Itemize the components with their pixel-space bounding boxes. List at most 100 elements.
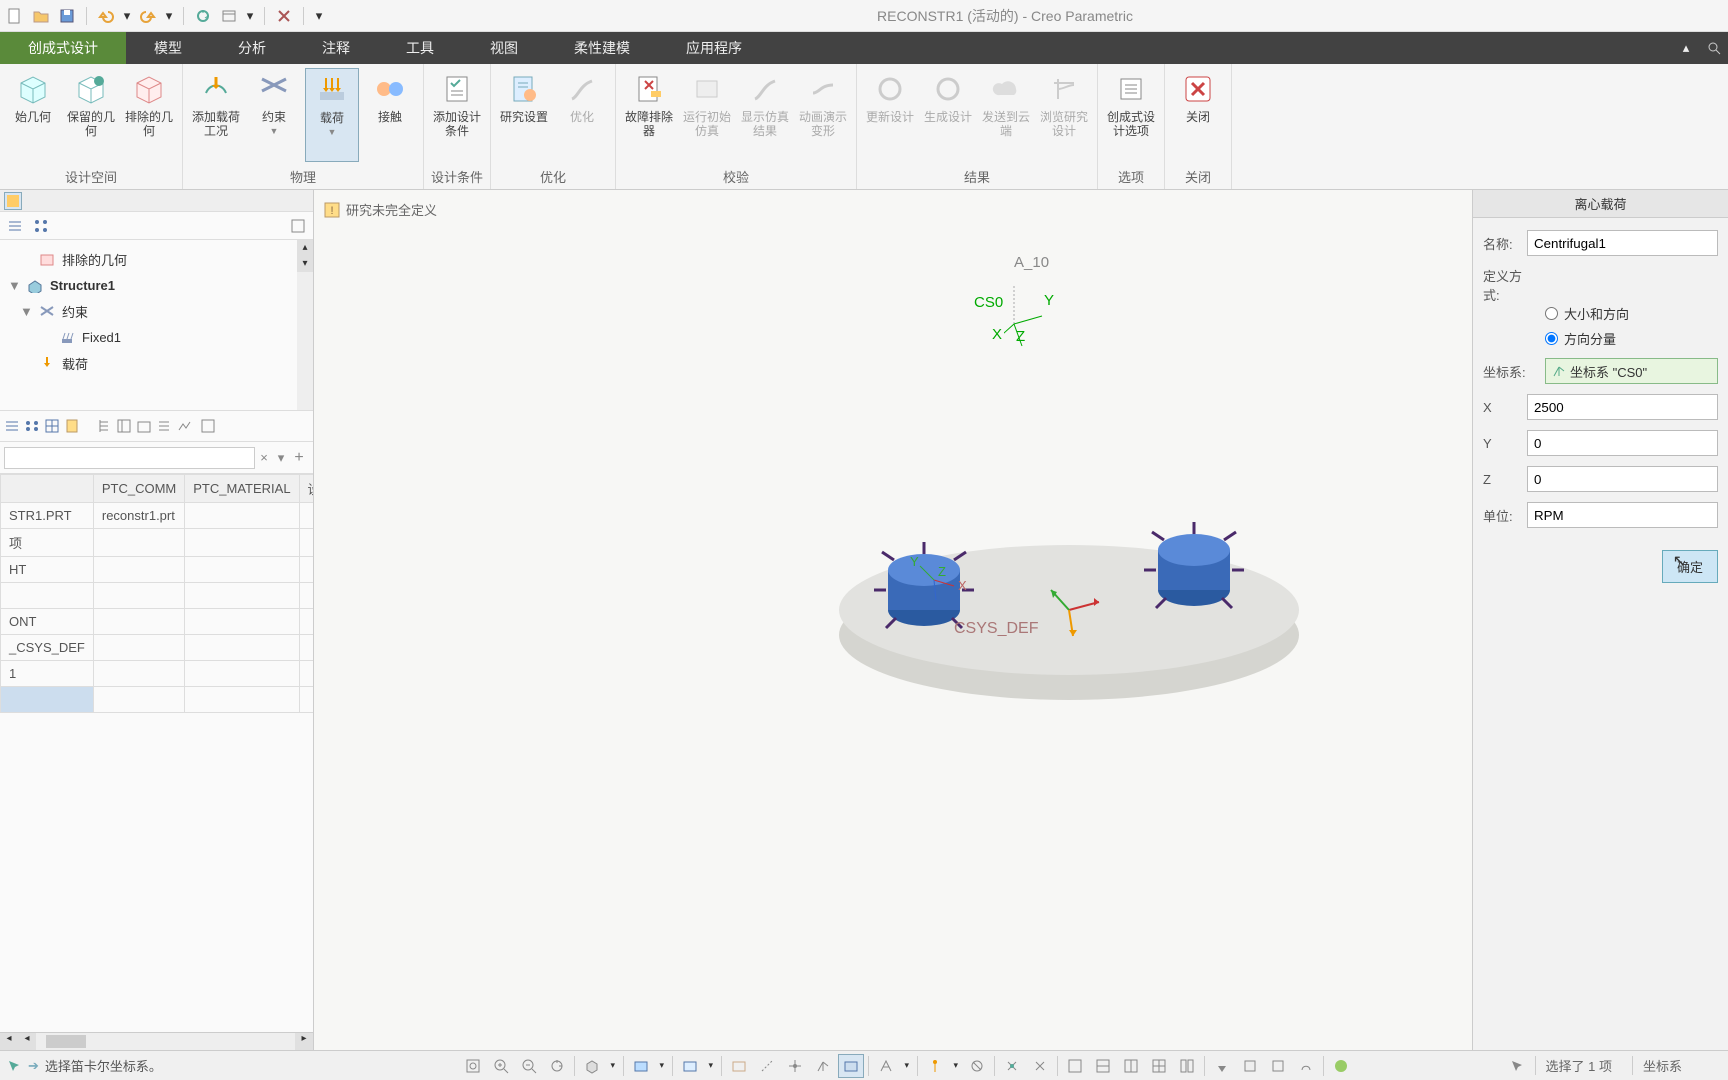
datum-csys-icon[interactable] — [810, 1054, 836, 1078]
tab-analysis[interactable]: 分析 — [210, 32, 294, 64]
sp4-icon[interactable] — [1027, 1054, 1053, 1078]
sp5-icon[interactable] — [1062, 1054, 1088, 1078]
study-settings-button[interactable]: 研究设置 — [497, 68, 551, 162]
redo-button[interactable] — [137, 5, 159, 27]
table-row[interactable]: HT — [1, 557, 314, 583]
zoom-out-icon[interactable] — [516, 1054, 542, 1078]
sp1-icon[interactable] — [922, 1054, 948, 1078]
browse-study-button[interactable]: 浏览研究设计 — [1037, 68, 1091, 162]
table-row[interactable]: STR1.PRTreconstr1.prt — [1, 503, 314, 529]
grid-settings-icon[interactable] — [200, 418, 216, 434]
open-file-button[interactable] — [30, 5, 52, 27]
x-input[interactable] — [1527, 394, 1718, 420]
datum-point-icon[interactable] — [782, 1054, 808, 1078]
graphics-canvas[interactable]: ! 研究未完全定义 A_10 CS0 Y X Z — [314, 190, 1472, 1050]
excluded-geometry-button[interactable]: 排除的几何 — [122, 68, 176, 162]
collapse-ribbon-button[interactable]: ▴ — [1672, 32, 1700, 64]
filter-clear-icon[interactable]: × — [255, 450, 273, 465]
send-cloud-button[interactable]: 发送到云端 — [979, 68, 1033, 162]
ok-button[interactable]: 确定 — [1662, 550, 1718, 583]
tab-flexible[interactable]: 柔性建模 — [546, 32, 658, 64]
scroll-up-icon[interactable]: ▴ — [297, 240, 313, 256]
table-row[interactable]: 1 — [1, 661, 314, 687]
optimize-button[interactable]: 优化 — [555, 68, 609, 162]
tab-view[interactable]: 视图 — [462, 32, 546, 64]
render-icon[interactable] — [1328, 1054, 1354, 1078]
display-dd[interactable]: ▾ — [607, 1054, 619, 1078]
sp10-icon[interactable] — [1209, 1054, 1235, 1078]
tree-item-constraints[interactable]: ▼约束 — [4, 298, 309, 324]
start-geometry-button[interactable]: 始几何 — [6, 68, 60, 162]
grid-btn-5[interactable] — [96, 418, 112, 434]
scroll-left-icon[interactable]: ◂ — [0, 1033, 18, 1050]
load-button[interactable]: 载荷▼ — [305, 68, 359, 162]
datum-display-icon[interactable] — [838, 1054, 864, 1078]
sp9-icon[interactable] — [1174, 1054, 1200, 1078]
saved-view-icon[interactable] — [628, 1054, 654, 1078]
sp13-icon[interactable] — [1293, 1054, 1319, 1078]
annot-dd[interactable]: ▾ — [901, 1054, 913, 1078]
unit-input[interactable] — [1527, 502, 1718, 528]
gd-options-button[interactable]: 创成式设计选项 — [1104, 68, 1158, 162]
search-commands-button[interactable] — [1700, 32, 1728, 64]
tab-annotate[interactable]: 注释 — [294, 32, 378, 64]
run-simulation-button[interactable]: 运行初始仿真 — [680, 68, 734, 162]
grid-filter-input[interactable] — [4, 447, 255, 469]
name-input[interactable] — [1527, 230, 1718, 256]
saved-view-dd[interactable]: ▾ — [656, 1054, 668, 1078]
tab-tools[interactable]: 工具 — [378, 32, 462, 64]
hscroll-thumb[interactable] — [46, 1035, 86, 1048]
tab-applications[interactable]: 应用程序 — [658, 32, 770, 64]
table-row[interactable]: _CSYS_DEF — [1, 635, 314, 661]
grid-btn-2[interactable] — [24, 418, 40, 434]
filter-dropdown-icon[interactable]: ▾ — [273, 450, 289, 466]
undo-button[interactable] — [95, 5, 117, 27]
tab-model[interactable]: 模型 — [126, 32, 210, 64]
regenerate-button[interactable] — [192, 5, 214, 27]
table-row[interactable] — [1, 687, 314, 713]
view-manager-icon[interactable] — [677, 1054, 703, 1078]
generate-design-button[interactable]: 生成设计 — [921, 68, 975, 162]
add-criteria-button[interactable]: 添加设计条件 — [430, 68, 484, 162]
table-row[interactable]: ONT — [1, 609, 314, 635]
save-button[interactable] — [56, 5, 78, 27]
tree-settings-icon[interactable] — [287, 215, 309, 237]
window-dropdown[interactable]: ▾ — [244, 5, 256, 27]
property-grid[interactable]: PTC_COMM PTC_MATERIAL 设计 STR1.PRTreconst… — [0, 474, 313, 1032]
annot-display-icon[interactable] — [873, 1054, 899, 1078]
sp3-icon[interactable] — [999, 1054, 1025, 1078]
add-load-case-button[interactable]: 添加载荷工况 — [189, 68, 243, 162]
tree-item-fixed1[interactable]: Fixed1 — [4, 324, 309, 350]
grid-btn-7[interactable] — [136, 418, 152, 434]
grid-btn-1[interactable] — [4, 418, 20, 434]
tree-expand-icon[interactable] — [4, 215, 26, 237]
animate-button[interactable]: 动画演示变形 — [796, 68, 850, 162]
window-button[interactable] — [218, 5, 240, 27]
table-row[interactable]: 项 — [1, 529, 314, 557]
refit-icon[interactable] — [460, 1054, 486, 1078]
table-row[interactable] — [1, 583, 314, 609]
scroll-right-icon[interactable]: ▸ — [295, 1033, 313, 1050]
sim-results-button[interactable]: 显示仿真结果 — [738, 68, 792, 162]
sp1-dd[interactable]: ▾ — [950, 1054, 962, 1078]
display-style-icon[interactable] — [579, 1054, 605, 1078]
sp11-icon[interactable] — [1237, 1054, 1263, 1078]
tree-scrollbar[interactable]: ▴▾ — [297, 240, 313, 410]
datum-axis-icon[interactable] — [754, 1054, 780, 1078]
tab-generative-design[interactable]: 创成式设计 — [0, 32, 126, 64]
redo-dropdown[interactable]: ▾ — [163, 5, 175, 27]
scroll-down-icon[interactable]: ▾ — [297, 256, 313, 272]
tree-collapse-icon[interactable] — [30, 215, 52, 237]
sp7-icon[interactable] — [1118, 1054, 1144, 1078]
filter-add-icon[interactable]: + — [289, 449, 309, 467]
datum-plane-icon[interactable] — [726, 1054, 752, 1078]
radio-components[interactable]: 方向分量 — [1545, 329, 1718, 348]
grid-hscroll[interactable]: ◂ ◂ ▸ — [0, 1032, 313, 1050]
grid-btn-4[interactable] — [64, 418, 80, 434]
csys-picker[interactable]: 坐标系 "CS0" — [1545, 358, 1718, 384]
troubleshoot-button[interactable]: 故障排除器 — [622, 68, 676, 162]
tree-item-excluded[interactable]: 排除的几何 — [4, 246, 309, 272]
sp8-icon[interactable] — [1146, 1054, 1172, 1078]
grid-btn-9[interactable] — [176, 418, 192, 434]
new-file-button[interactable] — [4, 5, 26, 27]
